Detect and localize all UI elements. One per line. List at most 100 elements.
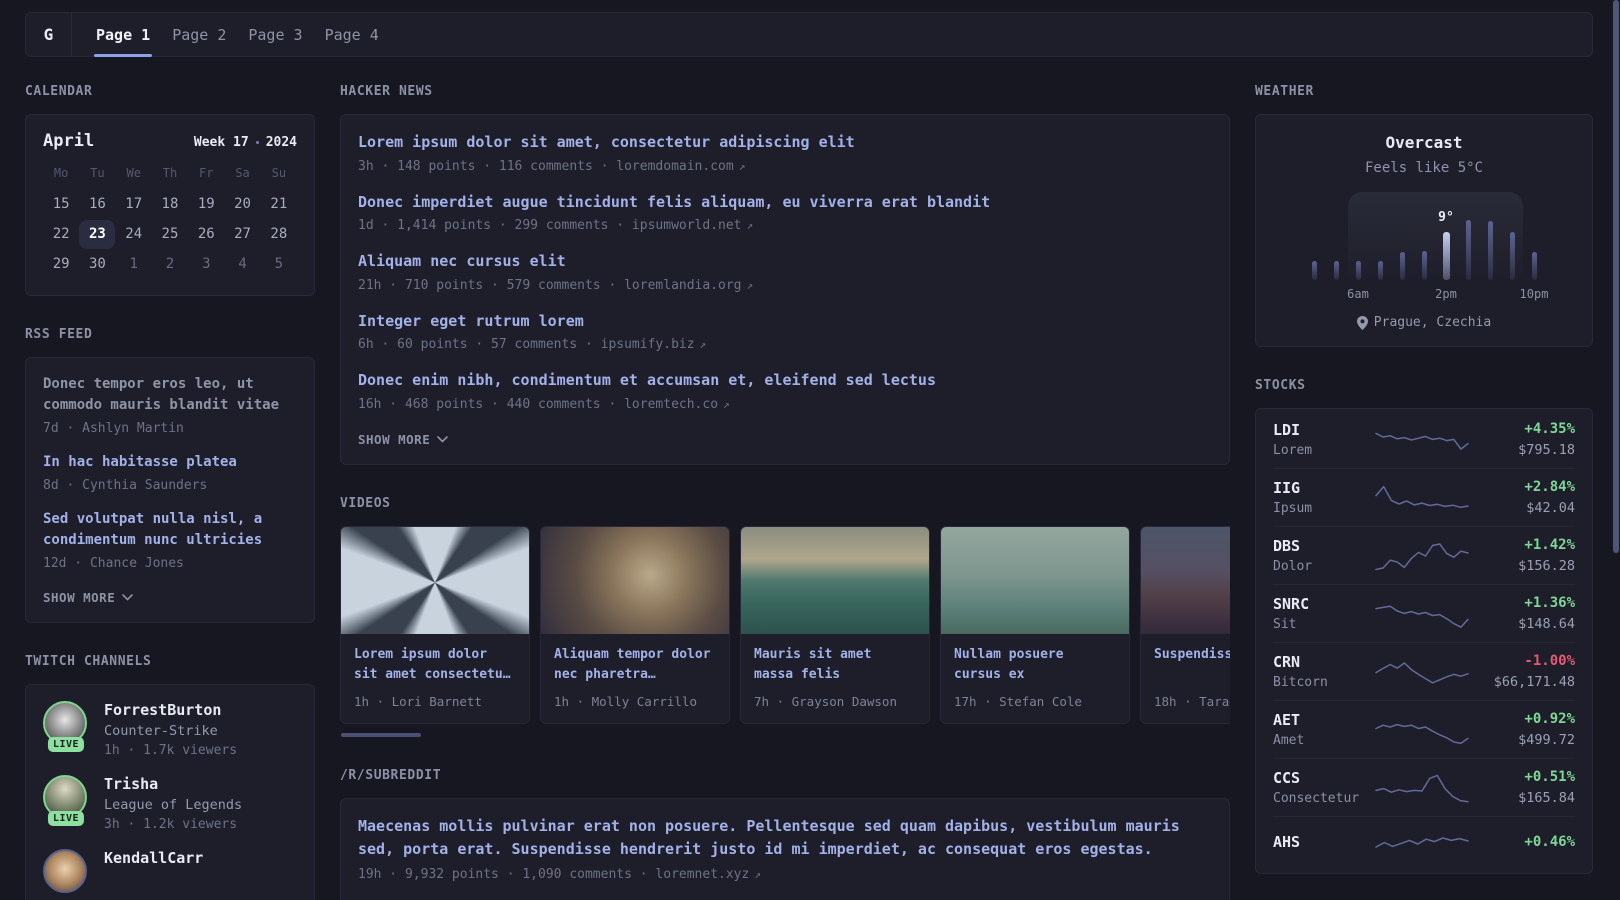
calendar-day: 26 bbox=[197, 226, 215, 242]
page-tab[interactable]: Page 2 bbox=[161, 13, 237, 56]
hn-item: Donec imperdiet augue tincidunt felis al… bbox=[358, 191, 1212, 234]
channel-name[interactable]: ForrestBurton bbox=[104, 701, 237, 719]
stock-row[interactable]: CCS Consectetur +0.51% $165.84 bbox=[1273, 759, 1575, 817]
stock-row[interactable]: IIG Ipsum +2.84% $42.04 bbox=[1273, 469, 1575, 527]
calendar-day: 27 bbox=[234, 226, 251, 242]
dashboard-content: CALENDAR April Week 17 2024 Mo Tu We Th Fr Sa… bbox=[25, 84, 1593, 900]
twitch-widget: TWITCH CHANNELS LIVE ForrestBurton Count… bbox=[25, 654, 315, 900]
stock-row[interactable]: DBS Dolor +1.42% $156.28 bbox=[1273, 527, 1575, 585]
video-thumbnail bbox=[1141, 526, 1230, 634]
video-card[interactable]: Aliquam tempor dolor nec pharetra… 1h · … bbox=[540, 525, 730, 725]
video-meta: 17h · Stefan Cole bbox=[954, 694, 1082, 710]
calendar-day-cell: 23 bbox=[79, 219, 116, 249]
video-meta: 1h · Molly Carrillo bbox=[554, 694, 697, 710]
hour-label: 6am bbox=[1347, 287, 1369, 301]
video-card[interactable]: Lorem ipsum dolor sit amet consectetu… 1… bbox=[340, 525, 530, 725]
calendar-day: 5 bbox=[274, 256, 284, 272]
stock-name: Sit bbox=[1273, 617, 1297, 632]
calendar-day: 18 bbox=[161, 196, 179, 212]
live-badge: LIVE bbox=[47, 737, 85, 752]
video-thumbnail bbox=[741, 526, 929, 634]
stock-symbol: CCS bbox=[1273, 769, 1301, 787]
hn-item-title[interactable]: Lorem ipsum dolor sit amet, consectetur … bbox=[358, 131, 1212, 154]
reddit-post-meta[interactable]: 19h · 9,932 points · 1,090 comments · lo… bbox=[358, 867, 1212, 882]
stock-row[interactable]: AHS +0.46% bbox=[1273, 817, 1575, 871]
rss-show-more-button[interactable]: SHOW MORE bbox=[43, 590, 134, 605]
hn-item-title[interactable]: Donec imperdiet augue tincidunt felis al… bbox=[358, 191, 1212, 214]
twitch-channel-row[interactable]: KendallCarr bbox=[43, 849, 297, 893]
calendar-day: 1 bbox=[129, 256, 138, 272]
temperature-bar bbox=[1421, 251, 1427, 280]
calendar-day: 17 bbox=[125, 196, 143, 212]
stock-name: Ipsum bbox=[1273, 501, 1313, 516]
video-title[interactable]: Suspendisse diam bbox=[1154, 645, 1230, 686]
video-meta: 7h · Grayson Dawson bbox=[754, 694, 897, 710]
channel-name[interactable]: KendallCarr bbox=[104, 849, 203, 867]
location-pin-icon bbox=[1356, 315, 1368, 330]
page-tab[interactable]: Page 4 bbox=[314, 13, 390, 56]
hn-item-meta[interactable]: 1d · 1,414 points · 299 comments · ipsum… bbox=[358, 218, 1212, 233]
video-card[interactable]: Mauris sit amet massa felis 7h · Grayson… bbox=[740, 525, 930, 725]
stock-price: $156.28 bbox=[1518, 558, 1575, 574]
channel-name[interactable]: Trisha bbox=[104, 775, 242, 793]
video-title[interactable]: Aliquam tempor dolor nec pharetra… bbox=[554, 645, 716, 687]
hn-item-meta[interactable]: 21h · 710 points · 579 comments · loreml… bbox=[358, 278, 1212, 293]
stock-sparkline bbox=[1373, 771, 1471, 805]
stock-sparkline bbox=[1373, 655, 1471, 689]
external-link-icon: ↗ bbox=[746, 219, 754, 232]
hn-item-title[interactable]: Integer eget rutrum lorem bbox=[358, 310, 1212, 333]
page-tab[interactable]: Page 1 bbox=[85, 13, 161, 57]
app-logo[interactable]: G bbox=[26, 13, 72, 56]
hn-item: Aliquam nec cursus elit 21h · 710 points… bbox=[358, 250, 1212, 293]
hn-item-title[interactable]: Donec enim nibh, condimentum et accumsan… bbox=[358, 369, 1212, 392]
calendar-day-cell: 24 bbox=[116, 219, 152, 249]
stock-sparkline bbox=[1373, 539, 1471, 573]
calendar-day-cell: 4 bbox=[224, 249, 260, 279]
calendar-day: 24 bbox=[125, 226, 143, 242]
weekday-label: Mo bbox=[53, 166, 69, 180]
avatar: LIVE bbox=[43, 775, 89, 826]
temperature-bar bbox=[1465, 220, 1471, 280]
page-tab[interactable]: Page 3 bbox=[237, 13, 313, 56]
stock-price: $499.72 bbox=[1518, 732, 1575, 748]
stock-symbol: IIG bbox=[1273, 479, 1301, 497]
hn-item-meta[interactable]: 6h · 60 points · 57 comments · ipsumify.… bbox=[358, 337, 1212, 352]
stock-change: +4.35% bbox=[1524, 421, 1575, 437]
stock-row[interactable]: LDI Lorem +4.35% $795.18 bbox=[1273, 411, 1575, 469]
calendar-day: 4 bbox=[238, 256, 247, 272]
calendar-day: 3 bbox=[202, 256, 211, 272]
channel-viewers: 1h · 1.7k viewers bbox=[104, 743, 238, 758]
rss-item-title[interactable]: Sed volutpat nulla nisl, a condimentum n… bbox=[43, 509, 297, 551]
page-tab-label: Page 1 bbox=[96, 25, 151, 44]
stock-row[interactable]: AET Amet +0.92% $499.72 bbox=[1273, 701, 1575, 759]
avatar bbox=[43, 849, 89, 893]
hn-item-meta[interactable]: 16h · 468 points · 440 comments · loremt… bbox=[358, 397, 1212, 412]
stock-price: $66,171.48 bbox=[1493, 674, 1575, 690]
video-card[interactable]: Nullam posuere cursus ex 17h · Stefan Co… bbox=[940, 525, 1130, 725]
twitch-channel-row[interactable]: LIVE Trisha League of Legends 3h · 1.2k … bbox=[43, 775, 297, 832]
rss-item-title[interactable]: In hac habitasse platea bbox=[43, 452, 297, 473]
stock-row[interactable]: SNRC Sit +1.36% $148.64 bbox=[1273, 585, 1575, 643]
stock-row[interactable]: CRN Bitcorn -1.00% $66,171.48 bbox=[1273, 643, 1575, 701]
twitch-channel-row[interactable]: LIVE ForrestBurton Counter-Strike 1h · 1… bbox=[43, 701, 297, 758]
reddit-post-title[interactable]: Maecenas mollis pulvinar erat non posuer… bbox=[358, 817, 1180, 858]
hn-item-title[interactable]: Aliquam nec cursus elit bbox=[358, 250, 1212, 273]
section-title: STOCKS bbox=[1255, 378, 1306, 393]
video-card[interactable]: Suspendisse diam 18h · Tara bbox=[1140, 525, 1230, 725]
rss-item-title[interactable]: Donec tempor eros leo, ut commodo mauris… bbox=[43, 374, 297, 416]
twitch-card: LIVE ForrestBurton Counter-Strike 1h · 1… bbox=[25, 684, 315, 900]
video-title[interactable]: Nullam posuere cursus ex bbox=[954, 645, 1116, 687]
calendar-widget: CALENDAR April Week 17 2024 Mo Tu We Th Fr Sa… bbox=[25, 84, 315, 296]
video-title[interactable]: Lorem ipsum dolor sit amet consectetu… bbox=[354, 645, 516, 687]
stock-change: +0.46% bbox=[1524, 833, 1575, 850]
hn-item-meta[interactable]: 3h · 148 points · 116 comments · loremdo… bbox=[358, 159, 1212, 174]
page-scrollbar-thumb[interactable] bbox=[1613, 0, 1619, 553]
weekday-label: Fr bbox=[199, 166, 214, 180]
carousel-scrollbar-thumb[interactable] bbox=[341, 733, 421, 738]
hn-show-more-button[interactable]: SHOW MORE bbox=[358, 432, 449, 447]
video-title[interactable]: Mauris sit amet massa felis bbox=[754, 645, 916, 687]
rss-item: In hac habitasse platea 8d · Cynthia Sau… bbox=[43, 452, 297, 493]
stock-symbol: AHS bbox=[1273, 833, 1301, 851]
weekday-label: Sa bbox=[235, 166, 250, 180]
external-link-icon: ↗ bbox=[746, 278, 754, 292]
